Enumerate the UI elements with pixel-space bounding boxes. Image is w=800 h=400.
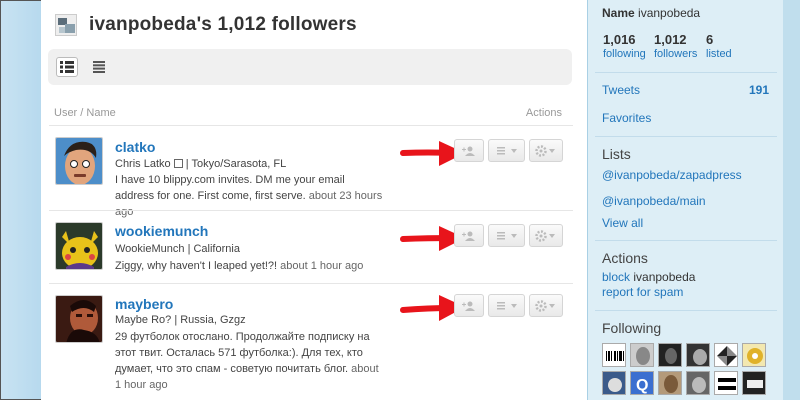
following-avatar[interactable] xyxy=(742,343,766,367)
column-header-user: User / Name xyxy=(54,107,116,119)
list-link-zapadpress[interactable]: @ivanpobeda/zapadpress xyxy=(602,168,742,182)
compact-view-icon xyxy=(93,61,105,73)
stat-following[interactable]: 1,016 following xyxy=(603,32,646,60)
gear-menu-button[interactable] xyxy=(529,224,563,247)
follower-row: clatko Chris Latko | Tokyo/Sarasota, FL … xyxy=(49,125,573,218)
main-content: ivanpobeda's 1,012 followers User / Name… xyxy=(41,0,587,400)
row-actions xyxy=(454,139,563,162)
page-background xyxy=(783,0,800,400)
list-link-main[interactable]: @ivanpobeda/main xyxy=(602,194,706,208)
following-thumbnails: Q xyxy=(602,371,766,395)
follow-button[interactable] xyxy=(454,224,484,247)
user-bio: Ziggy, why haven't I leaped yet!?! about… xyxy=(115,260,364,272)
list-menu-icon xyxy=(496,146,517,154)
following-avatar[interactable] xyxy=(602,371,626,395)
block-user-link[interactable]: block ivanpobeda xyxy=(602,270,695,284)
view-all-link[interactable]: View all xyxy=(602,216,643,230)
user-fullname-location: Chris Latko | Tokyo/Sarasota, FL xyxy=(115,158,287,170)
user-fullname-location: WookieMunch | California xyxy=(115,243,240,255)
profile-sidebar: Name ivanpobeda 1,016 following 1,012 fo… xyxy=(587,0,783,400)
user-bio: 29 футболок отослано. Продолжайте подпис… xyxy=(115,331,379,391)
follow-button[interactable] xyxy=(454,139,484,162)
user-avatar[interactable] xyxy=(55,295,103,343)
profile-avatar-icon xyxy=(55,14,77,36)
following-avatar[interactable] xyxy=(602,343,626,367)
list-menu-button[interactable] xyxy=(488,224,525,247)
username-link[interactable]: clatko xyxy=(115,139,155,155)
following-avatar[interactable] xyxy=(742,371,766,395)
row-actions xyxy=(454,224,563,247)
gear-icon xyxy=(535,144,555,157)
lists-heading: Lists xyxy=(602,146,631,162)
list-menu-icon xyxy=(496,301,517,309)
row-actions xyxy=(454,294,563,317)
list-menu-button[interactable] xyxy=(488,139,525,162)
tweets-link[interactable]: Tweets xyxy=(602,83,640,97)
following-avatar[interactable] xyxy=(686,371,710,395)
actions-heading: Actions xyxy=(602,250,648,266)
divider xyxy=(595,240,777,241)
tweets-count: 191 xyxy=(748,83,769,97)
user-fullname-location: Maybe Ro? | Russia, Gzgz xyxy=(115,314,246,326)
favorites-link[interactable]: Favorites xyxy=(602,111,651,125)
follower-row: wookiemunch WookieMunch | California Zig… xyxy=(49,210,573,282)
divider xyxy=(595,310,777,311)
list-view-button[interactable] xyxy=(56,57,78,77)
follow-button[interactable] xyxy=(454,294,484,317)
username-link[interactable]: maybero xyxy=(115,296,173,312)
stat-listed[interactable]: 6 listed xyxy=(706,32,732,60)
view-toggle-bar xyxy=(48,49,572,85)
username-link[interactable]: wookiemunch xyxy=(115,223,208,239)
user-avatar[interactable] xyxy=(55,222,103,270)
list-menu-button[interactable] xyxy=(488,294,525,317)
follower-row: maybero Maybe Ro? | Russia, Gzgz 29 футб… xyxy=(49,283,573,400)
add-user-icon xyxy=(462,301,475,311)
add-user-icon xyxy=(462,146,475,156)
gear-icon xyxy=(535,299,555,312)
compact-view-button[interactable] xyxy=(88,57,110,77)
page-title: ivanpobeda's 1,012 followers xyxy=(89,14,357,35)
svg-text:Q: Q xyxy=(636,377,648,394)
verified-badge-icon xyxy=(173,159,183,168)
gear-menu-button[interactable] xyxy=(529,294,563,317)
following-thumbnails xyxy=(602,343,766,367)
gear-icon xyxy=(535,229,555,242)
page-header: ivanpobeda's 1,012 followers xyxy=(55,13,357,37)
time-ago: about 1 hour ago xyxy=(280,260,364,272)
following-avatar[interactable] xyxy=(714,343,738,367)
column-header-actions: Actions xyxy=(525,107,562,119)
following-avatar[interactable]: Q xyxy=(630,371,654,395)
add-user-icon xyxy=(462,231,475,241)
divider xyxy=(595,72,777,73)
following-avatar[interactable] xyxy=(658,343,682,367)
stat-followers[interactable]: 1,012 followers xyxy=(654,32,697,60)
gear-menu-button[interactable] xyxy=(529,139,563,162)
following-avatar[interactable] xyxy=(686,343,710,367)
following-avatar[interactable] xyxy=(714,371,738,395)
report-spam-link[interactable]: report for spam xyxy=(602,285,683,299)
following-avatar[interactable] xyxy=(630,343,654,367)
following-heading: Following xyxy=(602,320,662,336)
list-menu-icon xyxy=(496,231,517,239)
divider xyxy=(595,136,777,137)
list-view-icon xyxy=(60,61,74,73)
following-avatar[interactable] xyxy=(658,371,682,395)
profile-name: Name ivanpobeda xyxy=(602,6,701,20)
user-avatar[interactable] xyxy=(55,137,103,185)
